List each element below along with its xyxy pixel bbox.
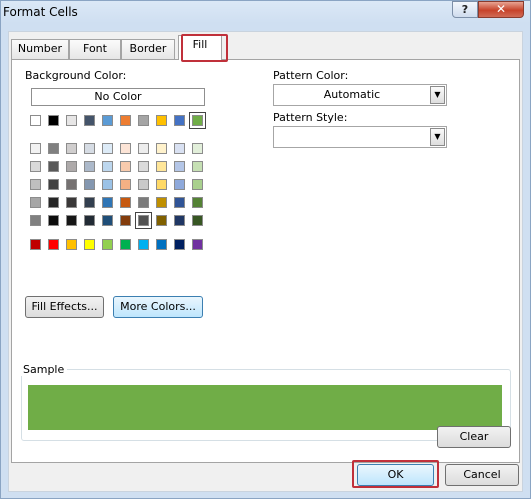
tint-color-swatch[interactable]: [48, 197, 59, 208]
tint-color-swatch[interactable]: [120, 197, 131, 208]
pattern-style-label: Pattern Style:: [273, 111, 348, 124]
tint-color-swatch[interactable]: [30, 179, 41, 190]
pattern-style-dropdown[interactable]: ▼: [273, 126, 447, 148]
dialog-body: Number Font Border Fill Background Color…: [8, 31, 523, 492]
tab-number[interactable]: Number: [11, 39, 69, 59]
sample-preview: [28, 385, 502, 430]
chevron-down-icon[interactable]: ▼: [430, 86, 445, 104]
pattern-color-dropdown[interactable]: Automatic ▼: [273, 84, 447, 106]
theme-color-swatch[interactable]: [84, 115, 95, 126]
standard-color-swatch[interactable]: [84, 239, 95, 250]
background-color-label: Background Color:: [25, 69, 127, 82]
tint-color-swatch[interactable]: [156, 161, 167, 172]
tint-color-swatch[interactable]: [30, 143, 41, 154]
close-button[interactable]: ✕: [478, 1, 524, 18]
tint-color-swatch[interactable]: [156, 197, 167, 208]
tint-color-swatch[interactable]: [120, 215, 131, 226]
sample-label: Sample: [20, 363, 68, 376]
tint-color-swatch[interactable]: [66, 197, 77, 208]
tab-border[interactable]: Border: [121, 39, 175, 59]
tint-color-swatch[interactable]: [138, 143, 149, 154]
theme-color-swatch[interactable]: [30, 115, 41, 126]
standard-color-swatch[interactable]: [66, 239, 77, 250]
tint-color-swatch[interactable]: [120, 179, 131, 190]
tint-color-swatch[interactable]: [102, 215, 113, 226]
tint-color-swatch[interactable]: [48, 179, 59, 190]
theme-color-swatch[interactable]: [66, 115, 77, 126]
tint-color-swatch[interactable]: [66, 143, 77, 154]
tint-color-swatch[interactable]: [192, 143, 203, 154]
tint-color-swatch[interactable]: [30, 161, 41, 172]
theme-color-swatch[interactable]: [189, 112, 206, 129]
standard-color-swatch[interactable]: [192, 239, 203, 250]
tint-color-swatch[interactable]: [48, 161, 59, 172]
tint-color-swatch[interactable]: [120, 161, 131, 172]
format-cells-dialog: Format Cells ? ✕ Number Font Border Fill…: [0, 0, 531, 499]
tint-color-swatch[interactable]: [66, 215, 77, 226]
tint-color-swatch[interactable]: [174, 215, 185, 226]
cancel-button[interactable]: Cancel: [445, 464, 519, 486]
ok-button[interactable]: OK: [357, 464, 434, 486]
theme-color-swatch[interactable]: [102, 115, 113, 126]
tint-color-swatch[interactable]: [84, 161, 95, 172]
tint-color-swatch[interactable]: [84, 143, 95, 154]
tint-color-swatch[interactable]: [30, 197, 41, 208]
clear-button[interactable]: Clear: [437, 426, 511, 448]
tint-color-swatch[interactable]: [102, 143, 113, 154]
standard-color-swatch[interactable]: [120, 239, 131, 250]
tint-color-swatch[interactable]: [192, 179, 203, 190]
tint-color-swatch[interactable]: [48, 215, 59, 226]
more-colors-button[interactable]: More Colors...: [113, 296, 203, 318]
pattern-style-value: [274, 127, 430, 147]
fill-tab-panel: Background Color: No Color Fill Effects.…: [11, 59, 520, 463]
standard-color-swatch[interactable]: [30, 239, 41, 250]
tint-color-swatch[interactable]: [192, 197, 203, 208]
no-color-button[interactable]: No Color: [31, 88, 205, 106]
tint-color-swatch[interactable]: [84, 197, 95, 208]
tint-color-swatch[interactable]: [156, 143, 167, 154]
standard-color-swatch[interactable]: [138, 239, 149, 250]
standard-color-swatch[interactable]: [156, 239, 167, 250]
tint-color-swatch[interactable]: [138, 161, 149, 172]
tint-color-swatch[interactable]: [192, 215, 203, 226]
tint-color-swatch[interactable]: [174, 161, 185, 172]
theme-color-swatch[interactable]: [138, 115, 149, 126]
theme-color-swatch[interactable]: [48, 115, 59, 126]
tint-color-swatch[interactable]: [30, 215, 41, 226]
tint-color-swatch[interactable]: [135, 212, 152, 229]
tab-fill-highlight: [181, 34, 228, 62]
standard-color-swatch[interactable]: [174, 239, 185, 250]
help-button[interactable]: ?: [452, 1, 478, 18]
fill-effects-button[interactable]: Fill Effects...: [25, 296, 104, 318]
tint-color-swatch[interactable]: [102, 161, 113, 172]
theme-color-swatch[interactable]: [120, 115, 131, 126]
tint-color-swatch[interactable]: [84, 179, 95, 190]
chevron-down-icon[interactable]: ▼: [430, 128, 445, 146]
dialog-title: Format Cells: [3, 5, 78, 19]
standard-color-swatch[interactable]: [102, 239, 113, 250]
tab-font[interactable]: Font: [69, 39, 121, 59]
title-bar: Format Cells ? ✕: [1, 1, 530, 25]
tint-color-swatch[interactable]: [48, 143, 59, 154]
tint-color-swatch[interactable]: [66, 161, 77, 172]
tint-color-swatch[interactable]: [174, 179, 185, 190]
tint-color-swatch[interactable]: [156, 215, 167, 226]
theme-color-swatch[interactable]: [174, 115, 185, 126]
tint-color-swatch[interactable]: [102, 197, 113, 208]
tint-color-swatch[interactable]: [84, 215, 95, 226]
theme-color-swatch[interactable]: [156, 115, 167, 126]
tint-color-swatch[interactable]: [156, 179, 167, 190]
tint-color-swatch[interactable]: [138, 197, 149, 208]
tint-color-swatch[interactable]: [120, 143, 131, 154]
tint-color-swatch[interactable]: [102, 179, 113, 190]
pattern-color-value: Automatic: [323, 88, 381, 101]
tint-color-swatch[interactable]: [174, 197, 185, 208]
tint-color-swatch[interactable]: [66, 179, 77, 190]
tint-color-swatch[interactable]: [138, 179, 149, 190]
tint-color-swatch[interactable]: [174, 143, 185, 154]
standard-color-swatch[interactable]: [48, 239, 59, 250]
tint-color-swatch[interactable]: [192, 161, 203, 172]
pattern-color-label: Pattern Color:: [273, 69, 349, 82]
